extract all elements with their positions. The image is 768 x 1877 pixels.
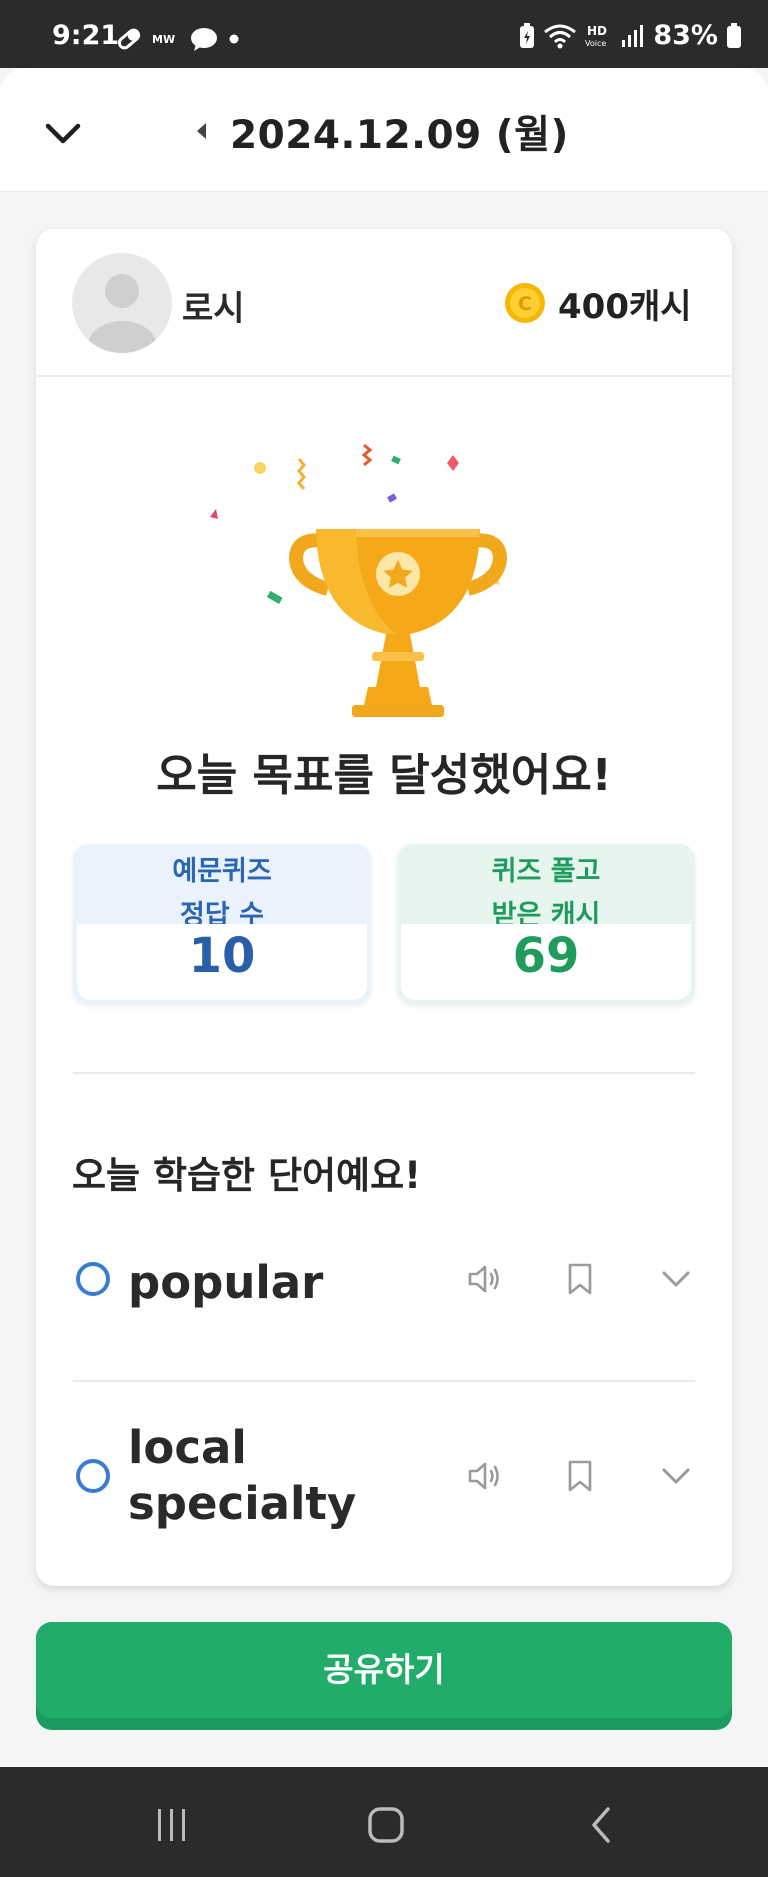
share-button[interactable]: 공유하기 <box>36 1622 732 1730</box>
word-line1: popular <box>128 1256 324 1309</box>
status-bar: 9:21 MW HD Voice 83% <box>0 0 768 68</box>
words-section-title: 오늘 학습한 단어예요! <box>72 1154 421 1197</box>
chevron-down-icon[interactable] <box>40 110 86 156</box>
word-line1: local <box>128 1421 247 1474</box>
check-circle-icon[interactable] <box>76 1262 110 1296</box>
svg-text:MW: MW <box>152 33 175 46</box>
daily-report-card: 로시 C 400캐시 오늘 목표를 달성했어요! 예문퀴즈 정답 수 10 퀴즈… <box>36 229 732 1586</box>
wifi-icon <box>544 24 577 48</box>
dot-icon <box>229 34 239 44</box>
bookmark-icon[interactable] <box>560 1259 600 1299</box>
header-date: 2024.12.09 (월) <box>230 113 569 158</box>
stat-value: 69 <box>512 928 580 984</box>
chat-bubble-icon <box>191 28 217 51</box>
home-icon[interactable] <box>366 1805 406 1845</box>
divider <box>73 1380 695 1382</box>
word-text: local specialty <box>128 1420 356 1532</box>
stat-label-line1: 퀴즈 풀고 <box>491 856 601 887</box>
signal-icon <box>622 24 644 47</box>
hd-voice-icon: HDVoice <box>585 24 607 48</box>
pill-icon <box>117 28 141 50</box>
username: 로시 <box>182 289 245 329</box>
coin-icon: C <box>505 283 545 323</box>
svg-text:C: C <box>518 293 532 315</box>
recent-apps-icon[interactable] <box>152 1805 192 1845</box>
word-row[interactable]: popular <box>36 1241 732 1331</box>
status-time: 9:21 <box>52 20 120 51</box>
cash-amount: 400캐시 <box>558 287 692 327</box>
battery-icon <box>727 22 741 48</box>
svg-text:Voice: Voice <box>585 39 606 48</box>
goal-achieved-title: 오늘 목표를 달성했어요! <box>156 750 612 801</box>
status-right-icons: HD Voice 83% <box>519 20 742 51</box>
word-row[interactable]: local specialty <box>36 1416 732 1542</box>
battery-percent: 83% <box>653 20 718 51</box>
check-circle-icon[interactable] <box>76 1459 110 1493</box>
svg-text:HD: HD <box>587 24 607 38</box>
app-header: 2024.12.09 (월) <box>0 68 768 192</box>
trophy-icon <box>210 443 508 717</box>
quiz-correct-count-card: 예문퀴즈 정답 수 10 <box>73 844 371 1004</box>
battery-saver-icon <box>520 22 535 48</box>
avatar <box>72 253 172 353</box>
share-button-label: 공유하기 <box>323 1650 445 1689</box>
profile-row: 로시 C 400캐시 <box>36 229 732 377</box>
speaker-icon[interactable] <box>464 1259 504 1299</box>
chevron-down-icon[interactable] <box>656 1259 696 1299</box>
stat-value: 10 <box>188 928 256 984</box>
system-nav-bar <box>0 1767 768 1877</box>
chevron-down-icon[interactable] <box>656 1456 696 1496</box>
bookmark-icon[interactable] <box>560 1456 600 1496</box>
quiz-cash-earned-card: 퀴즈 풀고 받은 캐시 69 <box>397 844 695 1004</box>
divider <box>73 1072 695 1074</box>
word-line2: specialty <box>128 1477 357 1530</box>
mw-icon: MW <box>152 33 175 46</box>
speaker-icon[interactable] <box>464 1456 504 1496</box>
status-left-icons: MW <box>116 26 240 52</box>
word-text: popular <box>128 1255 323 1311</box>
caret-left-icon[interactable] <box>194 120 208 142</box>
stat-label-line1: 예문퀴즈 <box>172 856 272 887</box>
person-icon <box>88 274 156 353</box>
back-icon[interactable] <box>582 1805 622 1845</box>
